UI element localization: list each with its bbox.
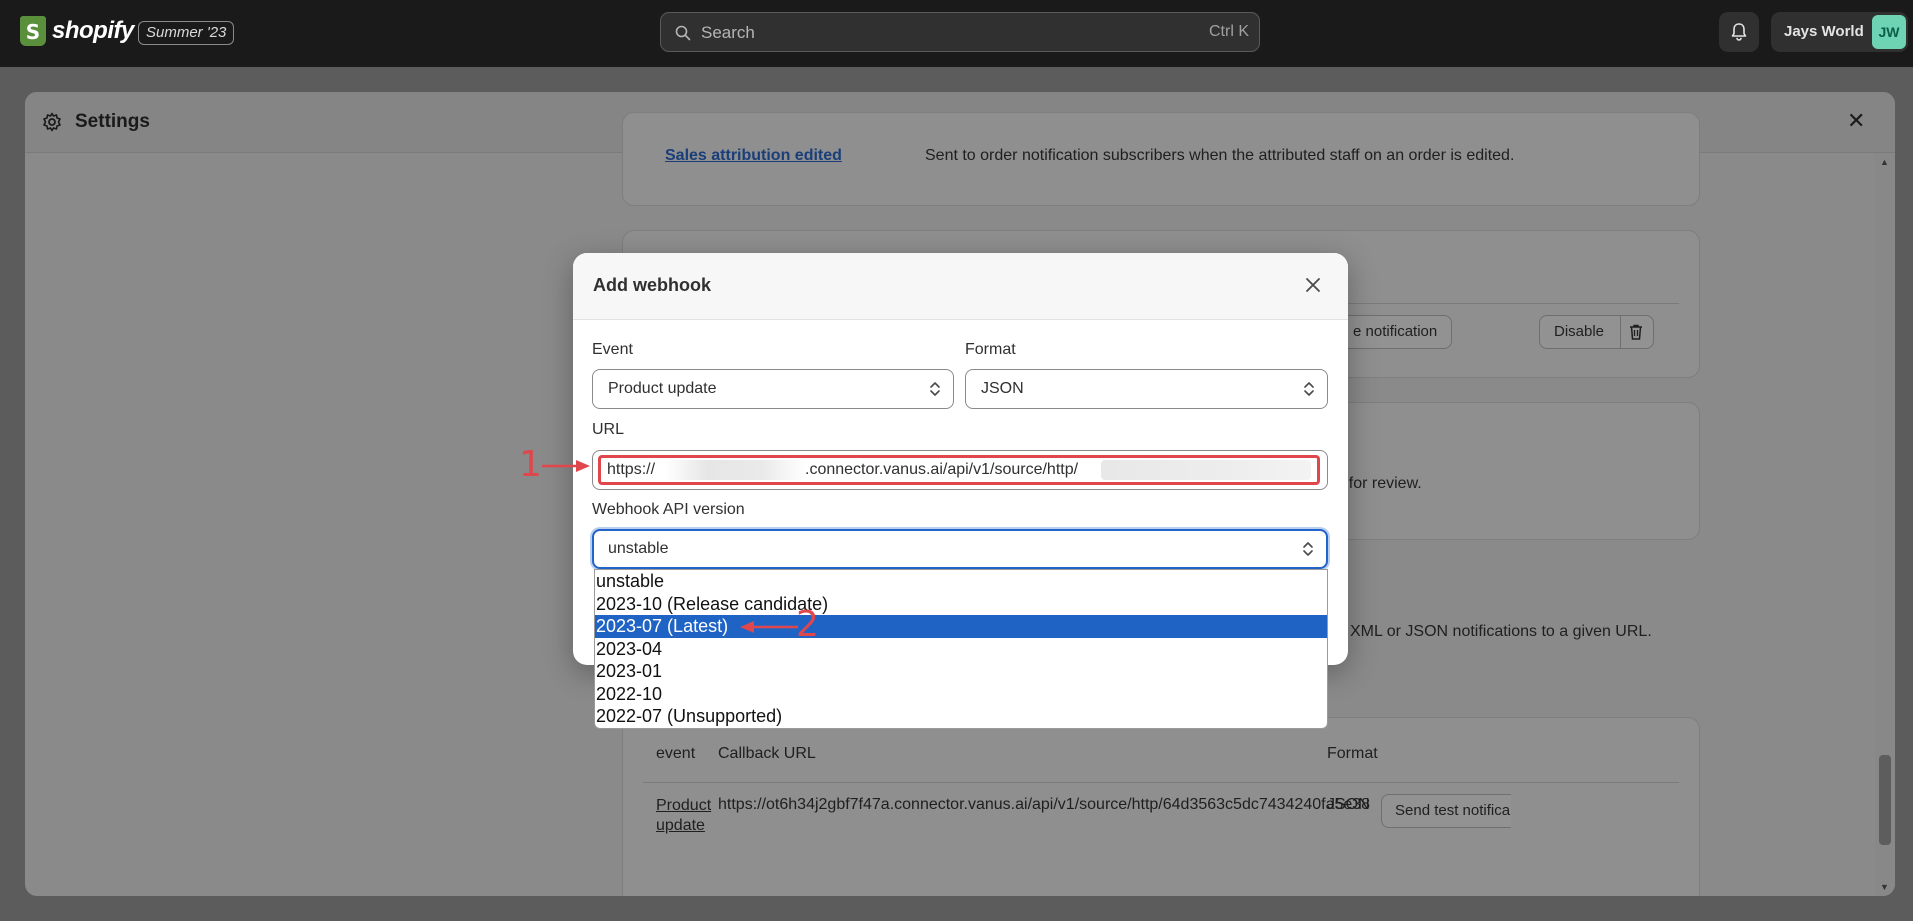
event-link[interactable]: Product update: [656, 796, 716, 836]
annotation-arrow-2: [740, 621, 798, 633]
search-shortcut: Ctrl K: [1209, 23, 1249, 40]
send-test-notification-button[interactable]: Send test notifica: [1381, 794, 1511, 828]
scroll-down-icon[interactable]: ▼: [1880, 882, 1889, 892]
select-chevron-icon: [930, 382, 940, 396]
search-placeholder: Search: [701, 23, 755, 42]
table-header-format: Format: [1327, 745, 1378, 762]
settings-title: Settings: [75, 111, 150, 132]
api-version-select-value: unstable: [608, 540, 669, 557]
api-version-select[interactable]: unstable: [592, 529, 1328, 569]
logo-text: shopify: [52, 17, 134, 44]
dropdown-option[interactable]: 2023-01: [595, 660, 1327, 683]
event-label: Event: [592, 341, 633, 358]
search-icon: [675, 25, 691, 41]
send-test-label: Send test notifica: [1395, 802, 1511, 819]
dropdown-option[interactable]: 2023-10 (Release candidate): [595, 593, 1327, 616]
table-header-event: event: [656, 745, 696, 762]
annotation-highlight-box: [598, 455, 1320, 485]
notifications-button[interactable]: [1719, 12, 1759, 52]
webhooks-table-card: event Callback URL Format Product update…: [622, 717, 1700, 896]
annotation-number-2: 2: [796, 604, 819, 645]
store-menu-button[interactable]: Jays World JW: [1771, 12, 1908, 52]
dropdown-option[interactable]: 2022-07 (Unsupported): [595, 705, 1327, 728]
vertical-scrollbar[interactable]: ▲ ▼: [1875, 153, 1895, 896]
select-chevron-icon: [1303, 542, 1313, 556]
scroll-up-icon[interactable]: ▲: [1880, 157, 1889, 167]
url-label: URL: [592, 421, 625, 438]
annotation-arrow-1: [542, 460, 590, 472]
dropdown-option[interactable]: unstable: [595, 570, 1327, 593]
gear-icon: [43, 112, 61, 132]
send-notification-button[interactable]: e notification: [1338, 315, 1453, 349]
table-header-callback-url: Callback URL: [718, 745, 816, 762]
format-select[interactable]: JSON: [965, 369, 1328, 409]
divider: [1620, 316, 1621, 348]
scrollbar-thumb[interactable]: [1879, 755, 1891, 845]
dropdown-option[interactable]: 2022-10: [595, 683, 1327, 706]
format-select-value: JSON: [981, 380, 1024, 397]
webhooks-description: XML or JSON notifications to a given URL…: [1350, 623, 1652, 640]
format-cell: JSON: [1327, 796, 1370, 813]
dropdown-option[interactable]: 2023-04: [595, 638, 1327, 661]
review-text: r for review.: [1339, 475, 1422, 492]
store-name: Jays World: [1784, 23, 1864, 40]
shopify-bag-icon: S: [20, 16, 46, 46]
modal-header: Add webhook: [573, 253, 1348, 320]
close-icon[interactable]: ✕: [1847, 110, 1865, 132]
api-version-label: Webhook API version: [592, 501, 745, 518]
disable-button-group: Disable: [1539, 315, 1654, 349]
bell-icon: [1731, 23, 1747, 41]
dropdown-option-selected[interactable]: 2023-07 (Latest): [595, 615, 1327, 638]
top-bar: S shopify Summer '23 Search Ctrl K Jays …: [0, 0, 1913, 67]
sales-attribution-desc: Sent to order notification subscribers w…: [925, 147, 1515, 164]
annotation-number-1: 1: [519, 444, 542, 485]
trash-icon[interactable]: [1629, 324, 1643, 340]
sales-attribution-link[interactable]: Sales attribution edited: [665, 147, 842, 165]
callback-url-cell: https://ot6h34j2gbf7f47a.connector.vanus…: [718, 796, 1371, 813]
search-input[interactable]: Search Ctrl K: [660, 12, 1260, 52]
select-chevron-icon: [1304, 382, 1314, 396]
event-select[interactable]: Product update: [592, 369, 954, 409]
close-icon[interactable]: [1304, 276, 1322, 294]
url-field[interactable]: https:// .connector.vanus.ai/api/v1/sour…: [592, 450, 1328, 490]
format-label: Format: [965, 341, 1016, 358]
edition-badge[interactable]: Summer '23: [138, 21, 235, 45]
divider: [643, 782, 1679, 783]
avatar: JW: [1872, 15, 1906, 49]
notification-card: Sales attribution edited Sent to order n…: [622, 112, 1700, 206]
shopify-logo[interactable]: S shopify: [20, 16, 134, 46]
modal-title: Add webhook: [593, 275, 711, 295]
api-version-dropdown: unstable 2023-10 (Release candidate) 202…: [594, 569, 1328, 729]
event-select-value: Product update: [608, 380, 717, 397]
disable-button[interactable]: Disable: [1554, 316, 1604, 348]
